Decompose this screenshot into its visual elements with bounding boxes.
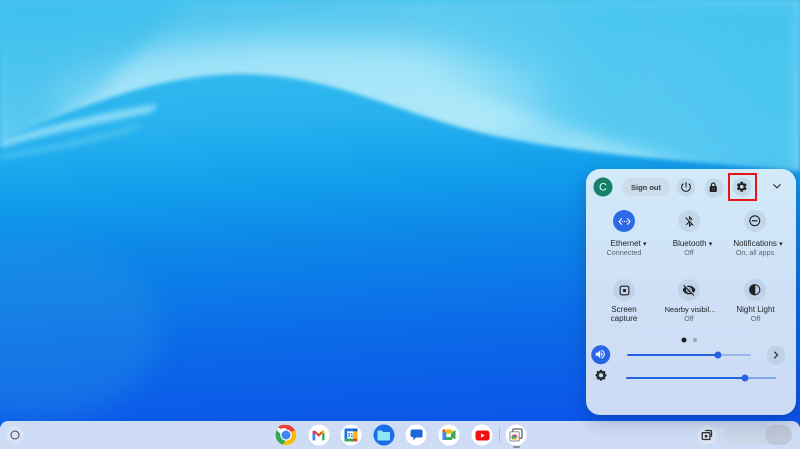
svg-text:31: 31 (347, 433, 353, 439)
